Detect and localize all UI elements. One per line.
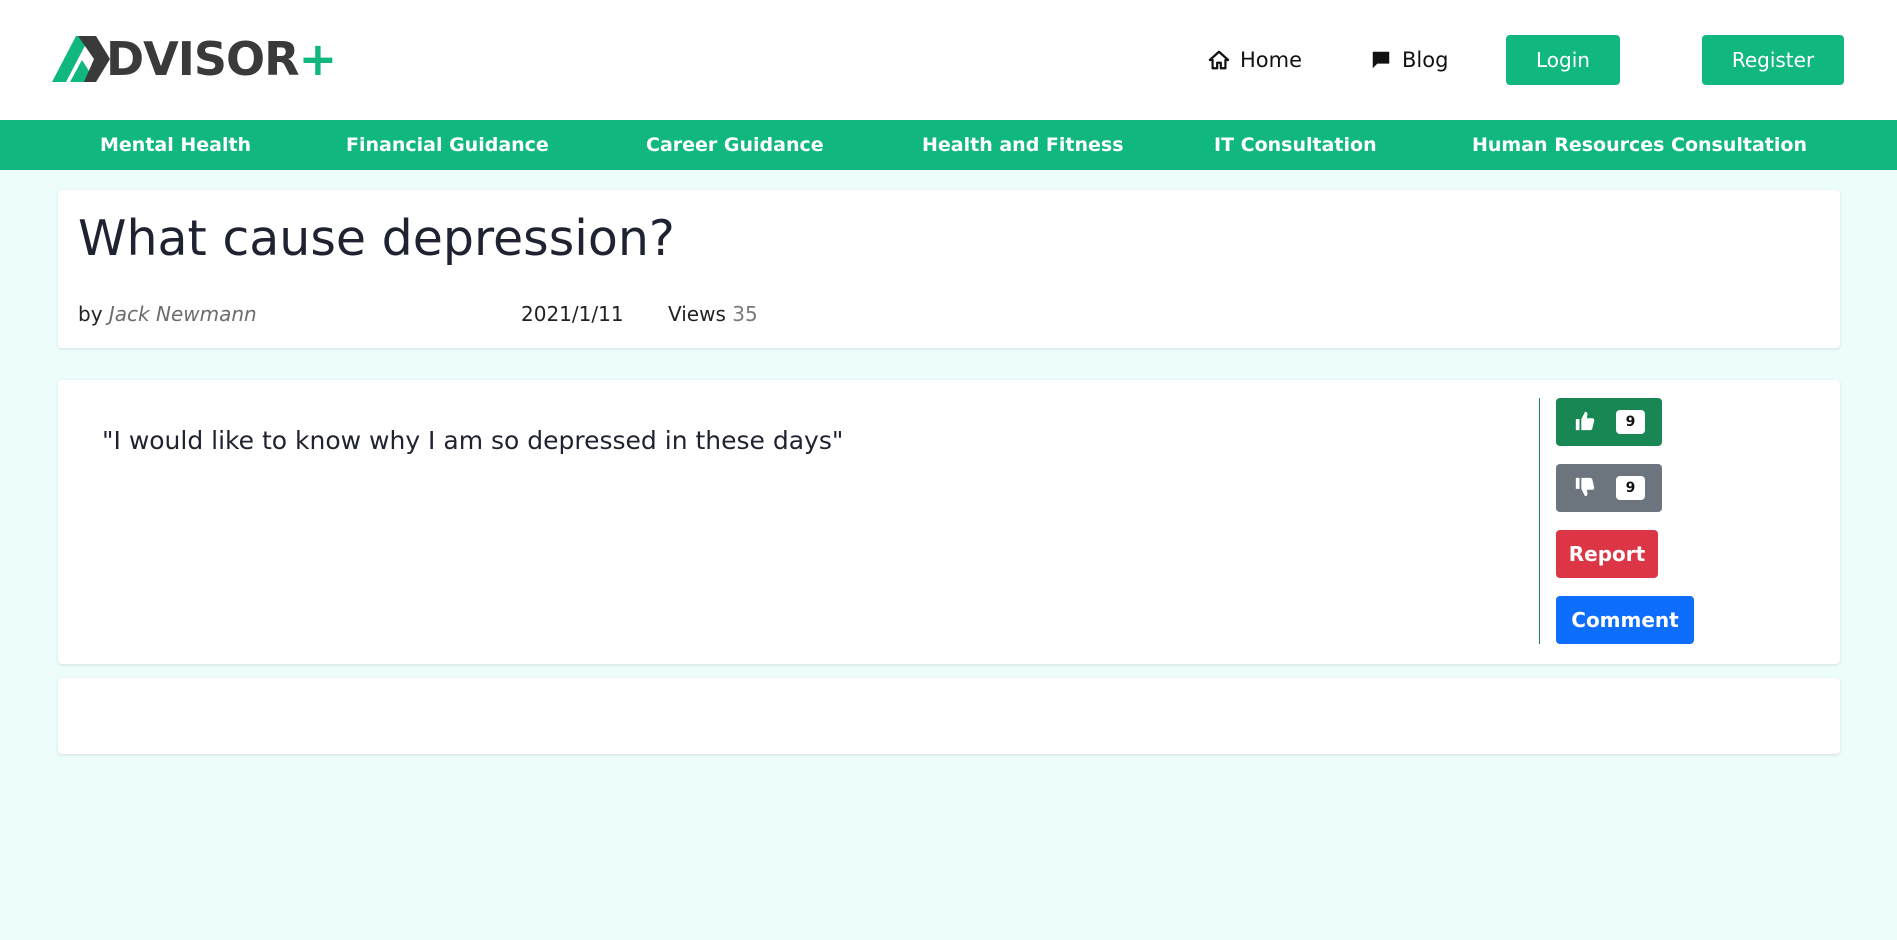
like-button[interactable]: 9 — [1556, 398, 1662, 446]
comments-card — [58, 678, 1840, 754]
category-it-consultation[interactable]: IT Consultation — [1214, 120, 1377, 170]
views-count: 35 — [732, 302, 758, 326]
nav-home-link[interactable]: Home — [1208, 46, 1302, 74]
report-button[interactable]: Report — [1556, 530, 1658, 578]
category-bar: Mental Health Financial Guidance Career … — [0, 120, 1897, 170]
views-label: Views — [668, 302, 726, 326]
category-financial-guidance[interactable]: Financial Guidance — [346, 120, 549, 170]
nav-blog-label: Blog — [1402, 48, 1449, 72]
comment-icon — [1372, 51, 1390, 69]
home-icon — [1208, 50, 1230, 70]
logo-text: DVISOR — [106, 32, 300, 86]
site-logo[interactable]: DVISOR + — [52, 36, 337, 82]
nav-home-label: Home — [1240, 48, 1303, 72]
logo-mark-icon — [52, 36, 110, 82]
post-body-card: "I would like to know why I am so depres… — [58, 380, 1840, 664]
post-author: Jack Newmann — [108, 302, 257, 326]
logo-plus: + — [298, 32, 338, 86]
post-author-line: by Jack Newmann — [78, 302, 257, 326]
post-title: What cause depression? — [78, 210, 675, 267]
by-label: by — [78, 302, 103, 326]
nav-blog-link[interactable]: Blog — [1370, 46, 1448, 74]
category-health-fitness[interactable]: Health and Fitness — [922, 120, 1124, 170]
category-hr-consultation[interactable]: Human Resources Consultation — [1472, 120, 1807, 170]
dislike-button[interactable]: 9 — [1556, 464, 1662, 512]
thumbs-up-icon — [1575, 411, 1595, 431]
category-mental-health[interactable]: Mental Health — [100, 120, 251, 170]
login-button[interactable]: Login — [1506, 35, 1620, 85]
action-divider — [1539, 398, 1540, 644]
register-button[interactable]: Register — [1702, 35, 1844, 85]
site-header: DVISOR + Home Blog Login Register — [0, 0, 1897, 120]
post-date: 2021/1/11 — [521, 302, 624, 326]
post-views: Views 35 — [668, 302, 758, 326]
like-count: 9 — [1616, 410, 1645, 434]
comment-button[interactable]: Comment — [1556, 596, 1694, 644]
category-career-guidance[interactable]: Career Guidance — [646, 120, 824, 170]
dislike-count: 9 — [1616, 476, 1645, 500]
post-header-card: What cause depression? by Jack Newmann 2… — [58, 190, 1840, 348]
post-question: "I would like to know why I am so depres… — [102, 426, 844, 455]
thumbs-down-icon — [1575, 477, 1595, 497]
